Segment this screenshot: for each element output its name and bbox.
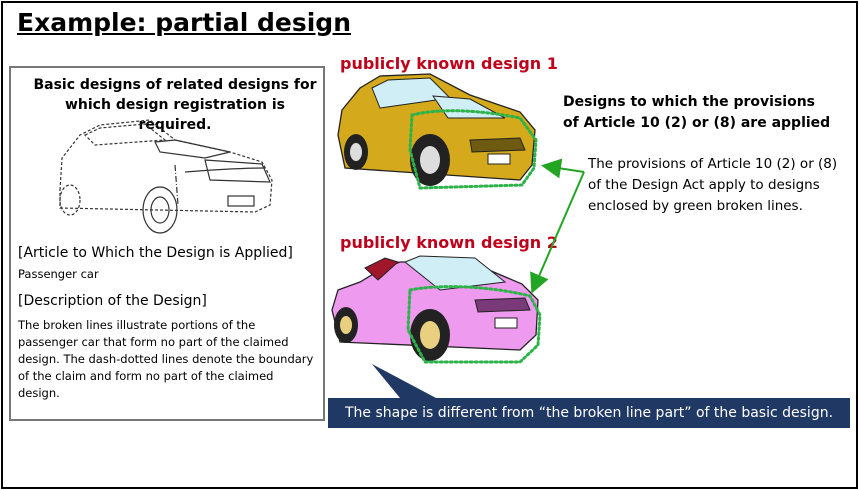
difference-callout: The shape is different from “the broken … bbox=[328, 398, 850, 428]
line-drawing-car-icon bbox=[59, 119, 273, 234]
double-arrow-icon bbox=[530, 158, 585, 294]
callout-pointer bbox=[372, 364, 436, 398]
yellow-car-icon bbox=[337, 73, 538, 190]
pink-convertible-car-icon bbox=[331, 255, 542, 364]
